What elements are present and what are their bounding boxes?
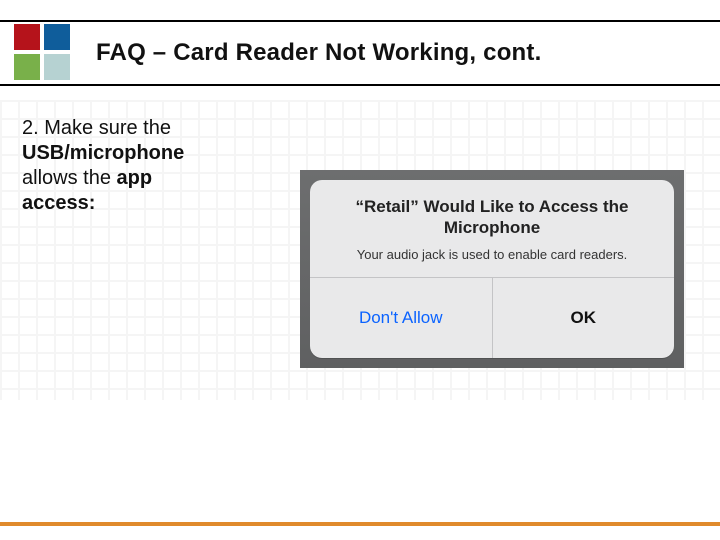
logo-square-red — [14, 24, 40, 50]
permission-dialog: “Retail” Would Like to Access the Microp… — [310, 180, 674, 358]
step-mid: allows the — [22, 167, 117, 189]
dialog-button-row: Don't Allow OK — [310, 277, 674, 358]
ok-button[interactable]: OK — [493, 278, 675, 358]
dont-allow-button[interactable]: Don't Allow — [310, 278, 493, 358]
logo-icon — [14, 24, 72, 82]
step-text: 2. Make sure the USB/microphone allows t… — [22, 116, 222, 216]
dialog-title: “Retail” Would Like to Access the Microp… — [310, 180, 674, 243]
dialog-screenshot: “Retail” Would Like to Access the Microp… — [300, 170, 684, 368]
logo-square-green — [14, 54, 40, 80]
dialog-message: Your audio jack is used to enable card r… — [310, 243, 674, 278]
title-bar: FAQ – Card Reader Not Working, cont. — [0, 20, 720, 86]
logo-square-blue — [44, 24, 70, 50]
page-title: FAQ – Card Reader Not Working, cont. — [96, 39, 541, 67]
step-strong-1: USB/microphone — [22, 142, 184, 164]
logo-square-teal — [44, 54, 70, 80]
slide: FAQ – Card Reader Not Working, cont. 2. … — [0, 0, 720, 540]
footer-accent-bar — [0, 522, 720, 526]
step-prefix: 2. Make sure the — [22, 117, 171, 139]
